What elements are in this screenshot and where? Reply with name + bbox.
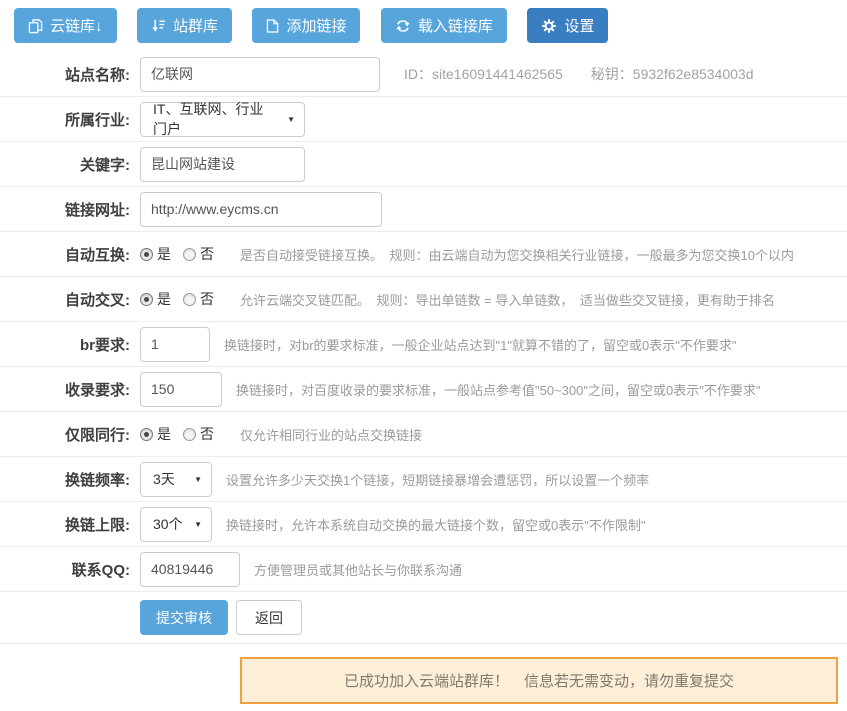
- contact-qq-input[interactable]: [140, 552, 240, 587]
- submit-review-button[interactable]: 提交审核: [140, 600, 228, 635]
- link-url-row: 链接网址:: [0, 187, 847, 232]
- exchange-frequency-select[interactable]: 3天 ▼: [140, 462, 212, 497]
- auto-cross-label: 自动交叉:: [0, 289, 130, 310]
- link-url-label: 链接网址:: [0, 199, 130, 220]
- same-industry-no-label: 否: [200, 424, 214, 444]
- contact-qq-description: 方便管理员或其他站长与你联系沟通: [254, 560, 462, 579]
- auto-exchange-row: 自动互换: 是 否 是否自动接受链接互换。 规则：由云端自动为您交换相关行业链接…: [0, 232, 847, 277]
- same-industry-row: 仅限同行: 是 否 仅允许相同行业的站点交换链接: [0, 412, 847, 457]
- site-group-lib-label: 站群库: [173, 15, 218, 36]
- site-group-lib-button[interactable]: 站群库: [137, 8, 232, 43]
- cloud-link-lib-button[interactable]: 云链库↓: [14, 8, 117, 43]
- same-industry-yes-label: 是: [157, 424, 171, 444]
- exchange-limit-row: 换链上限: 30个 ▼ 换链接时，允许本系统自动交换的最大链接个数，留空或0表示…: [0, 502, 847, 547]
- same-industry-yes-radio[interactable]: [140, 428, 153, 441]
- site-name-row: 站点名称: ID：site16091441462565 秘钥：5932f62e8…: [0, 52, 847, 97]
- auto-exchange-yes-radio[interactable]: [140, 248, 153, 261]
- copy-icon: [28, 18, 43, 34]
- file-icon: [266, 18, 279, 34]
- keyword-label: 关键字:: [0, 154, 130, 175]
- keyword-row: 关键字:: [0, 142, 847, 187]
- industry-select[interactable]: IT、互联网、行业门户 ▼: [140, 102, 305, 137]
- br-requirement-description: 换链接时，对br的要求标准，一般企业站点达到"1"就算不错的了，留空或0表示"不…: [224, 335, 736, 354]
- same-industry-description: 仅允许相同行业的站点交换链接: [240, 425, 422, 444]
- contact-qq-label: 联系QQ:: [0, 559, 130, 580]
- cloud-link-lib-label: 云链库↓: [50, 15, 103, 36]
- auto-cross-description: 允许云端交叉链匹配。 规则：导出单链数 = 导入单链数， 适当做些交叉链接，更有…: [240, 290, 775, 309]
- form-actions-row: 提交审核 返回: [0, 592, 847, 644]
- exchange-limit-label: 换链上限:: [0, 514, 130, 535]
- site-name-input[interactable]: [140, 57, 380, 92]
- site-id-text: ID：site16091441462565: [404, 64, 563, 84]
- auto-exchange-no-label: 否: [200, 244, 214, 264]
- settings-label: 设置: [564, 15, 594, 36]
- gear-icon: [541, 18, 557, 34]
- br-requirement-row: br要求: 换链接时，对br的要求标准，一般企业站点达到"1"就算不错的了，留空…: [0, 322, 847, 367]
- auto-cross-row: 自动交叉: 是 否 允许云端交叉链匹配。 规则：导出单链数 = 导入单链数， 适…: [0, 277, 847, 322]
- auto-exchange-label: 自动互换:: [0, 244, 130, 265]
- auto-cross-yes-label: 是: [157, 289, 171, 309]
- same-industry-no-radio[interactable]: [183, 428, 196, 441]
- exchange-frequency-value: 3天: [153, 469, 184, 489]
- load-link-lib-label: 载入链接库: [418, 15, 493, 36]
- sort-down-icon: [151, 18, 166, 33]
- contact-qq-row: 联系QQ: 方便管理员或其他站长与你联系沟通: [0, 547, 847, 592]
- settings-form: 站点名称: ID：site16091441462565 秘钥：5932f62e8…: [0, 52, 847, 704]
- auto-cross-no-label: 否: [200, 289, 214, 309]
- site-key-text: 秘钥：5932f62e8534003d: [591, 64, 754, 84]
- chevron-down-icon: ▼: [287, 115, 295, 124]
- exchange-limit-value: 30个: [153, 514, 184, 534]
- success-notification: 已成功加入云端站群库！ 信息若无需变动，请勿重复提交: [240, 657, 838, 704]
- industry-row: 所属行业: IT、互联网、行业门户 ▼: [0, 97, 847, 142]
- top-toolbar: 云链库↓ 站群库 添加链接 载入链接库 设置: [0, 0, 847, 52]
- industry-select-value: IT、互联网、行业门户: [153, 99, 277, 139]
- index-requirement-description: 换链接时，对百度收录的要求标准，一般站点参考值"50~300"之间，留空或0表示…: [236, 380, 760, 399]
- chevron-down-icon: ▼: [194, 520, 202, 529]
- auto-cross-yes-radio[interactable]: [140, 293, 153, 306]
- settings-button[interactable]: 设置: [527, 8, 608, 43]
- same-industry-label: 仅限同行:: [0, 424, 130, 445]
- back-button[interactable]: 返回: [236, 600, 302, 635]
- add-link-label: 添加链接: [286, 15, 346, 36]
- add-link-button[interactable]: 添加链接: [252, 8, 360, 43]
- exchange-limit-description: 换链接时，允许本系统自动交换的最大链接个数，留空或0表示"不作限制": [226, 515, 645, 534]
- chevron-down-icon: ▼: [194, 475, 202, 484]
- exchange-frequency-description: 设置允许多少天交换1个链接，短期链接暴增会遭惩罚，所以设置一个频率: [226, 470, 649, 489]
- exchange-frequency-row: 换链频率: 3天 ▼ 设置允许多少天交换1个链接，短期链接暴增会遭惩罚，所以设置…: [0, 457, 847, 502]
- auto-exchange-yes-label: 是: [157, 244, 171, 264]
- link-url-input[interactable]: [140, 192, 382, 227]
- br-requirement-input[interactable]: [140, 327, 210, 362]
- keyword-input[interactable]: [140, 147, 305, 182]
- br-requirement-label: br要求:: [0, 334, 130, 355]
- exchange-frequency-label: 换链频率:: [0, 469, 130, 490]
- auto-exchange-description: 是否自动接受链接互换。 规则：由云端自动为您交换相关行业链接，一般最多为您交换1…: [240, 245, 794, 264]
- index-requirement-row: 收录要求: 换链接时，对百度收录的要求标准，一般站点参考值"50~300"之间，…: [0, 367, 847, 412]
- index-requirement-label: 收录要求:: [0, 379, 130, 400]
- site-name-label: 站点名称:: [0, 64, 130, 85]
- industry-label: 所属行业:: [0, 109, 130, 130]
- refresh-icon: [395, 18, 411, 34]
- index-requirement-input[interactable]: [140, 372, 222, 407]
- auto-exchange-no-radio[interactable]: [183, 248, 196, 261]
- exchange-limit-select[interactable]: 30个 ▼: [140, 507, 212, 542]
- auto-cross-no-radio[interactable]: [183, 293, 196, 306]
- load-link-lib-button[interactable]: 载入链接库: [381, 8, 507, 43]
